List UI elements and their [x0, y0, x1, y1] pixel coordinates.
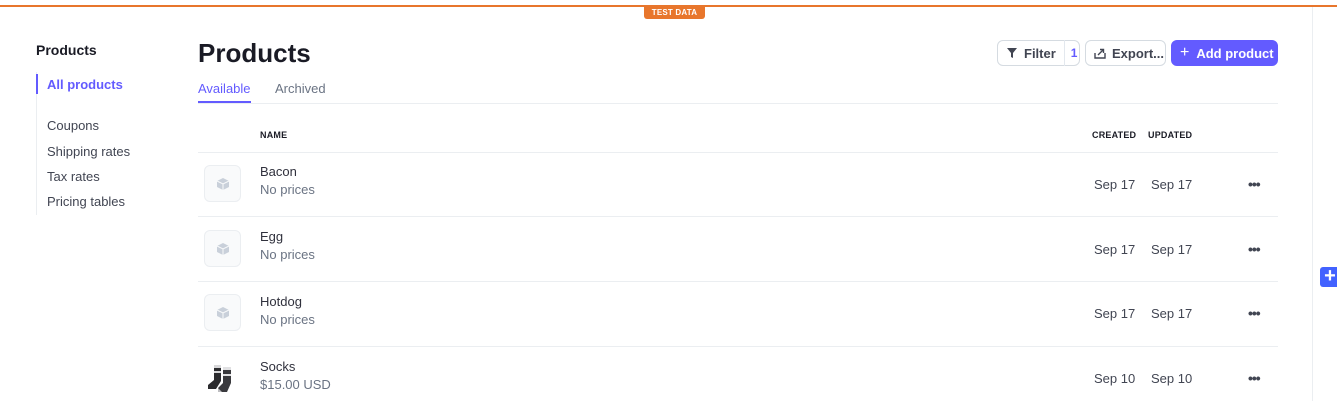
box-icon [216, 177, 229, 190]
filter-button[interactable]: Filter 1 [997, 40, 1080, 66]
sidebar-item-shipping-rates[interactable]: Shipping rates [47, 144, 130, 159]
box-icon [216, 306, 229, 319]
row-more-icon[interactable]: ••• [1248, 241, 1261, 257]
created-date: Sep 17 [1094, 177, 1136, 192]
filter-icon [1007, 48, 1017, 58]
product-name[interactable]: Egg [260, 229, 283, 244]
tab-available[interactable]: Available [198, 81, 251, 96]
box-icon [216, 242, 229, 255]
created-date: Sep 17 [1094, 306, 1136, 321]
product-price: $15.00 USD [260, 377, 331, 392]
export-icon [1094, 48, 1106, 59]
sidebar-item-all-products[interactable]: All products [47, 77, 123, 92]
updated-date: Sep 10 [1151, 371, 1193, 386]
updated-date: Sep 17 [1151, 177, 1193, 192]
filter-label: Filter [1024, 45, 1056, 61]
created-date: Sep 17 [1094, 242, 1136, 257]
add-product-button[interactable]: + Add product [1171, 40, 1278, 66]
plus-icon: + [1180, 44, 1190, 61]
product-price: No prices [260, 182, 315, 197]
test-data-badge: TEST DATA [644, 7, 705, 19]
sidebar-item-tax-rates[interactable]: Tax rates [47, 169, 100, 184]
row-more-icon[interactable]: ••• [1248, 176, 1261, 192]
sidebar-item-pricing-tables[interactable]: Pricing tables [47, 194, 125, 209]
updated-date: Sep 17 [1151, 242, 1193, 257]
product-thumbnail[interactable] [204, 294, 241, 331]
sidebar-title: Products [36, 42, 97, 58]
filter-separator [1063, 40, 1065, 66]
row-more-icon[interactable]: ••• [1248, 370, 1261, 386]
row-divider [198, 216, 1278, 217]
row-divider [198, 281, 1278, 282]
row-divider [198, 152, 1278, 153]
export-button[interactable]: Export... [1085, 40, 1166, 66]
tab-archived[interactable]: Archived [275, 81, 326, 96]
add-product-label: Add product [1196, 45, 1274, 61]
page-title: Products [198, 38, 311, 68]
tabs-divider [198, 103, 1278, 104]
export-label: Export... [1112, 45, 1165, 61]
row-divider [198, 346, 1278, 347]
filter-count: 1 [1070, 46, 1078, 60]
column-header-updated[interactable]: UPDATED [1148, 130, 1192, 140]
column-header-created[interactable]: CREATED [1092, 130, 1136, 140]
row-more-icon[interactable]: ••• [1248, 305, 1261, 321]
product-name[interactable]: Hotdog [260, 294, 302, 309]
sidebar-item-coupons[interactable]: Coupons [47, 118, 99, 133]
product-thumbnail[interactable] [204, 165, 241, 202]
product-price: No prices [260, 312, 315, 327]
socks-photo[interactable] [204, 361, 241, 398]
sidebar-active-indicator [36, 74, 38, 94]
assistant-plus-button[interactable]: + [1320, 266, 1337, 287]
right-panel-divider [1312, 7, 1313, 401]
created-date: Sep 10 [1094, 371, 1136, 386]
column-header-name[interactable]: NAME [260, 130, 287, 140]
updated-date: Sep 17 [1151, 306, 1193, 321]
product-thumbnail[interactable] [204, 230, 241, 267]
product-name[interactable]: Socks [260, 359, 295, 374]
product-price: No prices [260, 247, 315, 262]
product-name[interactable]: Bacon [260, 164, 297, 179]
